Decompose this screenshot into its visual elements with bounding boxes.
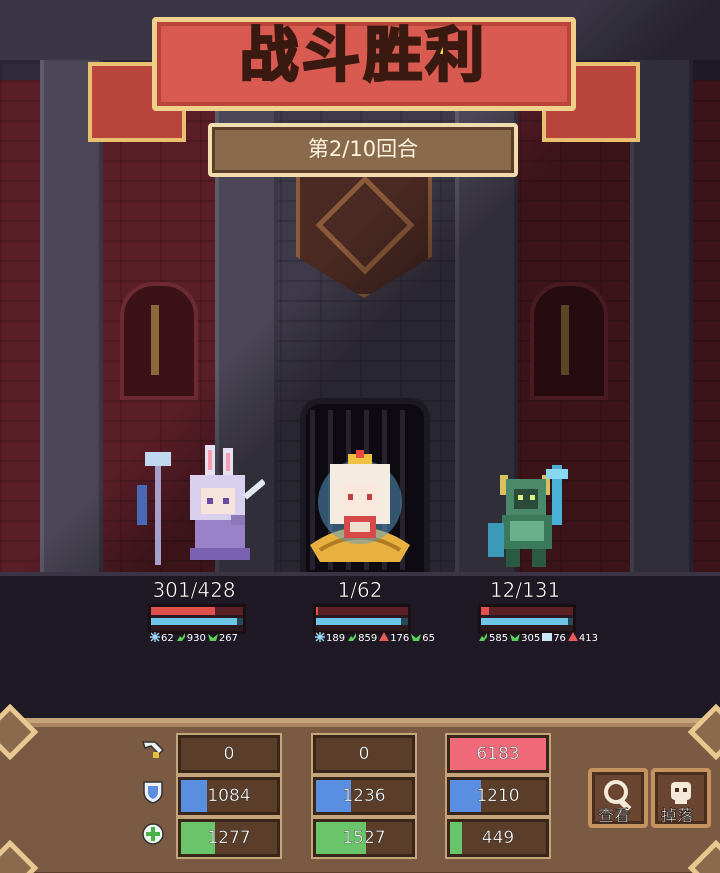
buff-stat: 859 bbox=[347, 632, 377, 645]
hero-status-bars bbox=[148, 604, 246, 634]
heal-stat-cell: 449 bbox=[447, 819, 549, 857]
stat-value: 449 bbox=[481, 828, 515, 848]
buff-stat: 305 bbox=[510, 632, 540, 645]
buff-stat: 585 bbox=[478, 632, 508, 645]
damage-stat-cell: 0 bbox=[178, 735, 280, 773]
buff-value: 62 bbox=[161, 633, 174, 644]
heal-cross-icon bbox=[140, 822, 166, 846]
buff-stat: 267 bbox=[207, 632, 238, 645]
heal-icon bbox=[207, 632, 218, 645]
hero-hp-text: 12/131 bbox=[489, 578, 561, 603]
buff-stat: 176 bbox=[379, 632, 409, 645]
snowflake-icon bbox=[150, 632, 160, 645]
buff-value: 585 bbox=[489, 633, 509, 644]
stat-value: 1527 bbox=[342, 828, 386, 848]
hero-status-bars bbox=[313, 604, 411, 634]
damage-stat-cell: 0 bbox=[313, 735, 415, 773]
buff-stat: 62 bbox=[150, 632, 174, 645]
victory-title: 战斗胜利 bbox=[238, 20, 488, 91]
attack-up-icon bbox=[379, 632, 390, 645]
energy-bar-fill bbox=[151, 618, 237, 625]
hero-shell-princess[interactable] bbox=[300, 450, 420, 570]
heal-icon bbox=[510, 632, 521, 645]
buff-value: 65 bbox=[422, 633, 436, 644]
defense-stat-cell: 1084 bbox=[178, 777, 280, 815]
buff-value: 76 bbox=[553, 633, 566, 644]
hero-jade-knight[interactable] bbox=[480, 465, 580, 570]
buff-stat: 930 bbox=[176, 632, 206, 645]
hp-bar-fill bbox=[316, 607, 318, 615]
battle-screen: 战斗胜利 第2/10回合 301/428 62 930 267 1/62 189… bbox=[0, 0, 720, 873]
muscle-icon bbox=[347, 632, 357, 645]
buff-value: 413 bbox=[578, 633, 599, 644]
buff-value: 859 bbox=[358, 633, 378, 644]
hero-buff-row: 189 859 176 65 bbox=[315, 632, 435, 645]
hero-rabbit-lancer[interactable] bbox=[135, 440, 265, 570]
round-counter: 第2/10回合 bbox=[307, 137, 419, 161]
buff-value: 267 bbox=[218, 633, 238, 644]
buff-value: 930 bbox=[186, 633, 206, 644]
energy-bar-fill bbox=[481, 618, 569, 625]
defense-stat-cell: 1210 bbox=[447, 777, 549, 815]
hero-status-bars bbox=[478, 604, 576, 634]
hero-hp-text: 301/428 bbox=[152, 578, 236, 603]
stat-value: 1210 bbox=[476, 786, 520, 806]
shield-buff-icon bbox=[542, 632, 553, 645]
hero-buff-row: 62 930 267 bbox=[150, 632, 238, 645]
sword-damage-icon bbox=[140, 738, 166, 762]
damage-stat-cell: 6183 bbox=[447, 735, 549, 773]
buff-stat: 189 bbox=[315, 632, 345, 645]
drop-button-label[interactable]: 掉落 bbox=[647, 802, 707, 826]
muscle-icon bbox=[478, 632, 488, 645]
hp-bar-track bbox=[316, 607, 408, 615]
heal-stat-cell: 1277 bbox=[178, 819, 280, 857]
heal-icon bbox=[411, 632, 422, 645]
attack-up-icon bbox=[567, 632, 578, 645]
energy-bar-fill bbox=[316, 618, 401, 625]
buff-stat: 65 bbox=[411, 632, 435, 645]
hp-bar-track bbox=[481, 607, 573, 615]
ground-edge bbox=[0, 572, 720, 576]
hero-buff-row: 585 305 76 413 bbox=[478, 632, 598, 645]
stat-value: 0 bbox=[358, 744, 370, 764]
heal-stat-cell: 1527 bbox=[313, 819, 415, 857]
buff-value: 189 bbox=[326, 633, 346, 644]
hp-bar-fill bbox=[481, 607, 490, 615]
shield-defense-icon bbox=[140, 780, 166, 804]
buff-value: 305 bbox=[521, 633, 541, 644]
stat-value: 0 bbox=[223, 744, 235, 764]
stat-value: 6183 bbox=[476, 744, 520, 764]
stat-value: 1236 bbox=[342, 786, 386, 806]
stat-value: 1084 bbox=[207, 786, 251, 806]
view-button-label[interactable]: 查看 bbox=[584, 802, 644, 826]
muscle-icon bbox=[176, 632, 186, 645]
buff-value: 176 bbox=[390, 633, 410, 644]
snowflake-icon bbox=[315, 632, 325, 645]
hp-bar-fill bbox=[151, 607, 216, 615]
hero-hp-text: 1/62 bbox=[337, 578, 383, 603]
defense-stat-cell: 1236 bbox=[313, 777, 415, 815]
buff-stat: 413 bbox=[567, 632, 599, 645]
buff-stat: 76 bbox=[542, 632, 566, 645]
stat-value: 1277 bbox=[207, 828, 251, 848]
